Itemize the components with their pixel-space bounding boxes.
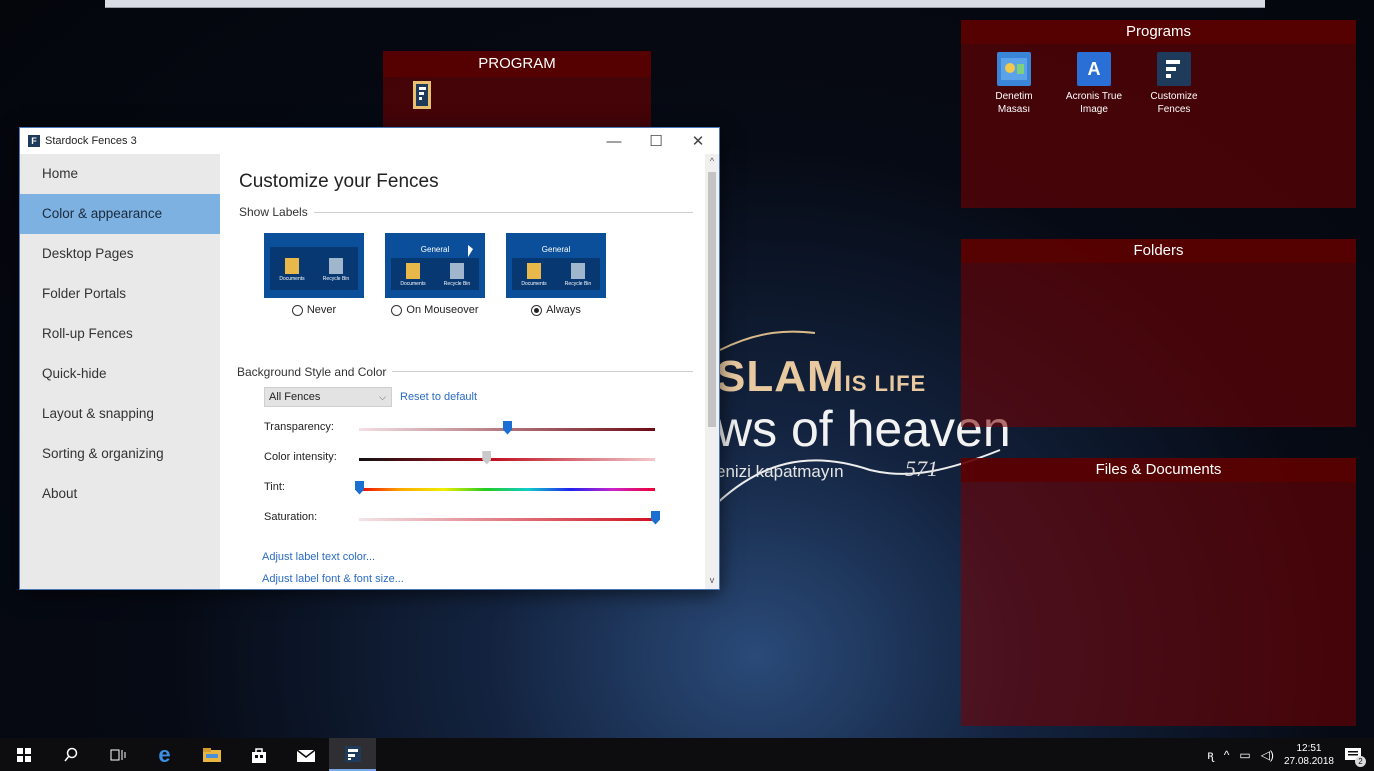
radio-always[interactable]: Always: [531, 304, 581, 316]
scrollbar-thumb[interactable]: [708, 172, 716, 427]
adjust-label-font-link[interactable]: Adjust label font & font size...: [262, 573, 705, 585]
shortcut-label: Acronis True Image: [1065, 91, 1123, 115]
reset-to-default-link[interactable]: Reset to default: [400, 391, 477, 403]
fences-app-icon[interactable]: [411, 81, 651, 114]
close-button[interactable]: ✕: [677, 128, 719, 154]
action-center-icon[interactable]: 2: [1344, 747, 1366, 767]
settings-content: Customize your Fences Show Labels Docume…: [220, 154, 705, 589]
fence-program[interactable]: PROGRAM: [383, 51, 651, 127]
radio-circle: [291, 304, 303, 316]
shortcut-label: Denetim Masası: [995, 91, 1033, 115]
radio-on-mouseover[interactable]: On Mouseover: [391, 304, 479, 316]
nav-color-appearance[interactable]: Color & appearance: [20, 194, 220, 234]
radio-circle-selected: [531, 304, 543, 316]
fence-folders[interactable]: Folders: [961, 239, 1356, 427]
transparency-slider[interactable]: Transparency:: [264, 413, 705, 443]
edge-icon[interactable]: e: [141, 738, 188, 771]
color-intensity-slider[interactable]: Color intensity:: [264, 443, 705, 473]
documents-icon: [406, 263, 420, 279]
page-title: Customize your Fences: [239, 171, 439, 192]
minimize-button[interactable]: —: [593, 128, 635, 154]
nav-layout-snapping[interactable]: Layout & snapping: [20, 394, 220, 434]
shortcut-label: Customize Fences: [1150, 91, 1198, 115]
fences-settings-window: F Stardock Fences 3 — ☐ ✕ Home Color & a…: [19, 127, 720, 590]
chevron-down-icon: ⌵: [379, 391, 386, 402]
label-preview-never[interactable]: Documents Recycle Bin: [264, 233, 364, 298]
radio-circle: [391, 304, 403, 316]
acronis-icon: A: [1077, 52, 1111, 86]
recycle-bin-icon: [329, 257, 343, 274]
fence-title[interactable]: Files & Documents: [961, 458, 1356, 482]
nav-home[interactable]: Home: [20, 154, 220, 194]
adjust-label-color-link[interactable]: Adjust label text color...: [262, 551, 705, 563]
wallpaper-small-text: enizi kapatmayın: [716, 462, 844, 481]
search-icon[interactable]: [47, 738, 94, 771]
slider-thumb[interactable]: [482, 450, 492, 465]
show-labels-section: Show Labels: [239, 205, 705, 219]
saturation-slider[interactable]: Saturation:: [264, 503, 705, 533]
documents-icon: [527, 263, 541, 279]
recycle-bin-icon: [450, 263, 464, 279]
scroll-down-icon[interactable]: v: [705, 575, 719, 587]
tint-slider[interactable]: Tint:: [264, 473, 705, 503]
wallpaper-islam-text: SLAMIS LIFE: [716, 352, 927, 401]
desktop-shortcut[interactable]: A Acronis True Image: [1059, 52, 1129, 116]
documents-icon: [285, 257, 299, 274]
mail-icon[interactable]: [282, 738, 329, 771]
file-explorer-icon[interactable]: [188, 738, 235, 771]
label-preview-always[interactable]: General Documents Recycle Bin: [506, 233, 606, 298]
slider-thumb[interactable]: [355, 480, 364, 495]
nav-desktop-pages[interactable]: Desktop Pages: [20, 234, 220, 274]
window-title: Stardock Fences 3: [45, 135, 137, 147]
network-icon[interactable]: ▭: [1239, 748, 1250, 762]
fences-app-icon: F: [28, 135, 40, 147]
store-icon[interactable]: [235, 738, 282, 771]
settings-sidebar: Home Color & appearance Desktop Pages Fo…: [20, 154, 220, 589]
notification-count-badge: 2: [1355, 755, 1366, 767]
chevron-up-icon[interactable]: ^: [1224, 748, 1230, 762]
fence-programs[interactable]: Programs Denetim Masası A Acronis True I…: [961, 20, 1356, 208]
fence-scope-select[interactable]: All Fences ⌵: [264, 386, 392, 407]
radio-never[interactable]: Never: [291, 304, 336, 316]
fence-title[interactable]: PROGRAM: [383, 51, 651, 77]
fence-title[interactable]: Folders: [961, 239, 1356, 263]
background-style-section: Background Style and Color: [237, 365, 705, 379]
fence-files-documents[interactable]: Files & Documents: [961, 458, 1356, 726]
task-view-icon[interactable]: [94, 738, 141, 771]
slider-thumb[interactable]: [503, 420, 512, 435]
wallpaper-numeral: 571: [905, 456, 938, 481]
system-tray: ꭆ ^ ▭ ◁) 12:51 27.08.2018 2: [1207, 742, 1374, 768]
mouse-cursor-icon: [468, 245, 473, 257]
nav-quick-hide[interactable]: Quick-hide: [20, 354, 220, 394]
nav-rollup-fences[interactable]: Roll-up Fences: [20, 314, 220, 354]
fences-app-icon[interactable]: [329, 738, 376, 771]
people-icon[interactable]: ꭆ: [1207, 746, 1214, 763]
nav-sorting-organizing[interactable]: Sorting & organizing: [20, 434, 220, 474]
taskbar: e ꭆ ^ ▭ ◁) 12:51 27.08.2018 2: [0, 738, 1374, 771]
desktop-shortcut[interactable]: Customize Fences: [1139, 52, 1209, 116]
label-preview-mouseover[interactable]: General Documents Recycle Bin: [385, 233, 485, 298]
fences-app-icon: [1157, 52, 1191, 86]
content-scrollbar[interactable]: ^ v: [705, 154, 719, 589]
nav-folder-portals[interactable]: Folder Portals: [20, 274, 220, 314]
top-window-edge: [105, 0, 1265, 8]
title-bar[interactable]: F Stardock Fences 3 — ☐ ✕: [20, 128, 719, 154]
windows-start-icon[interactable]: [0, 738, 47, 771]
control-panel-icon: [997, 52, 1031, 86]
desktop-shortcut[interactable]: Denetim Masası: [979, 52, 1049, 116]
recycle-bin-icon: [571, 263, 585, 279]
clock[interactable]: 12:51 27.08.2018: [1284, 742, 1334, 768]
slider-thumb[interactable]: [651, 510, 660, 525]
fence-title[interactable]: Programs: [961, 20, 1356, 44]
scroll-up-icon[interactable]: ^: [705, 156, 719, 168]
nav-about[interactable]: About: [20, 474, 220, 514]
volume-icon[interactable]: ◁): [1261, 748, 1274, 762]
maximize-button[interactable]: ☐: [635, 128, 677, 154]
